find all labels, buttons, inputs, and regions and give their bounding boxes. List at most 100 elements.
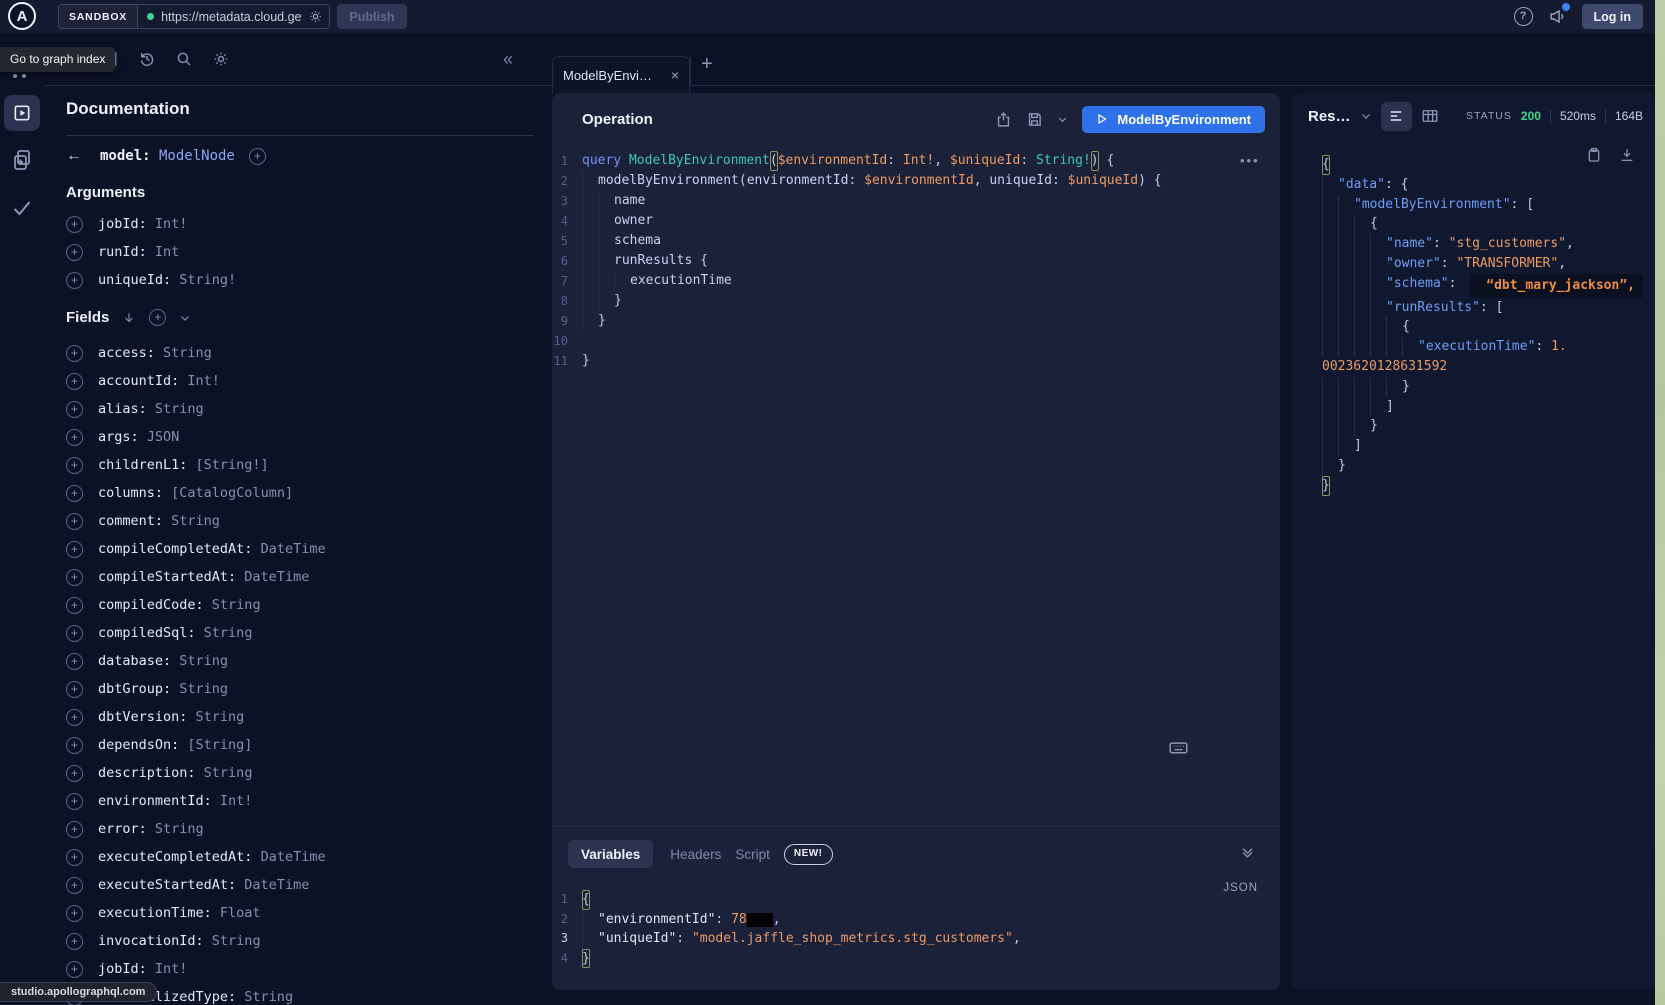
field-type-link[interactable]: JSON	[139, 429, 180, 445]
add-field-icon[interactable]: +	[66, 373, 83, 390]
response-dropdown-chevron-icon[interactable]	[1360, 110, 1372, 122]
search-icon[interactable]	[175, 50, 193, 68]
login-button[interactable]: Log in	[1582, 4, 1644, 29]
close-tab-icon[interactable]: ×	[671, 67, 679, 83]
response-json-viewer[interactable]: {"data": {"modelByEnvironment": [{"name"…	[1322, 155, 1651, 496]
variables-editor[interactable]: 1{2"environmentId": 78,3"uniqueId": "mod…	[552, 890, 1250, 968]
add-field-icon[interactable]: +	[66, 681, 83, 698]
save-dropdown-chevron-icon[interactable]	[1057, 114, 1068, 125]
apollo-logo[interactable]: A	[8, 2, 36, 30]
doc-field-row[interactable]: +invocationId: String	[66, 927, 552, 955]
field-type-link[interactable]: [String]	[179, 737, 252, 753]
download-response-icon[interactable]	[1619, 147, 1635, 163]
add-field-icon[interactable]: +	[66, 345, 83, 362]
field-type-link[interactable]: DateTime	[236, 569, 309, 585]
field-type-link[interactable]: String	[171, 653, 228, 669]
add-field-icon[interactable]: +	[66, 597, 83, 614]
add-field-icon[interactable]: +	[66, 653, 83, 670]
settings-gear-icon[interactable]	[212, 50, 230, 68]
add-field-icon[interactable]: +	[66, 401, 83, 418]
add-field-icon[interactable]: +	[66, 821, 83, 838]
doc-field-row[interactable]: +columns: [CatalogColumn]	[66, 479, 552, 507]
field-type-link[interactable]: DateTime	[236, 877, 309, 893]
doc-field-row[interactable]: +childrenL1: [String!]	[66, 451, 552, 479]
field-type-link[interactable]: Int	[147, 244, 180, 260]
connection-settings-gear-icon[interactable]	[308, 9, 323, 24]
doc-field-row[interactable]: +dependsOn: [String]	[66, 731, 552, 759]
add-field-icon[interactable]: +	[66, 765, 83, 782]
doc-field-row[interactable]: +args: JSON	[66, 423, 552, 451]
field-type-link[interactable]: String	[147, 821, 204, 837]
doc-field-row[interactable]: +dbtVersion: String	[66, 703, 552, 731]
add-field-icon[interactable]: +	[66, 429, 83, 446]
field-type-link[interactable]: Int!	[147, 961, 188, 977]
field-type-link[interactable]: [CatalogColumn]	[163, 485, 293, 501]
sort-fields-icon[interactable]	[122, 311, 136, 325]
field-type-link[interactable]: String	[204, 597, 261, 613]
raw-view-toggle[interactable]	[1381, 102, 1412, 131]
keyboard-shortcuts-icon[interactable]	[1168, 737, 1189, 758]
add-field-icon[interactable]: +	[66, 933, 83, 950]
doc-field-row[interactable]: +error: String	[66, 815, 552, 843]
field-type-link[interactable]: Int!	[179, 373, 220, 389]
copy-response-icon[interactable]	[1586, 147, 1602, 163]
doc-field-row[interactable]: +database: String	[66, 647, 552, 675]
add-field-icon[interactable]: +	[66, 737, 83, 754]
add-field-icon[interactable]: +	[66, 457, 83, 474]
field-type-link[interactable]: String	[196, 625, 253, 641]
chevron-down-icon[interactable]	[179, 312, 191, 324]
collapse-variables-icon[interactable]	[1240, 845, 1255, 860]
field-type-link[interactable]: String	[187, 709, 244, 725]
add-field-icon[interactable]: +	[66, 905, 83, 922]
doc-field-row[interactable]: +executionTime: Float	[66, 899, 552, 927]
collapse-panel-icon[interactable]: «	[503, 49, 513, 70]
tab-script[interactable]: Script	[735, 847, 770, 862]
doc-field-row[interactable]: +executeCompletedAt: DateTime	[66, 843, 552, 871]
doc-field-row[interactable]: +alias: String	[66, 395, 552, 423]
field-type-link[interactable]: String	[196, 765, 253, 781]
endpoint-url-box[interactable]: SANDBOX https://metadata.cloud.get	[58, 4, 330, 29]
field-type-link[interactable]: String!	[171, 272, 236, 288]
doc-field-row[interactable]: +compileStartedAt: DateTime	[66, 563, 552, 591]
run-operation-button[interactable]: ModelByEnvironment	[1082, 106, 1265, 133]
add-field-icon[interactable]: +	[66, 272, 83, 289]
add-field-icon[interactable]: +	[66, 541, 83, 558]
add-field-icon[interactable]: +	[66, 877, 83, 894]
add-field-icon[interactable]: +	[66, 793, 83, 810]
add-field-icon[interactable]: +	[66, 849, 83, 866]
doc-field-row[interactable]: +compiledCode: String	[66, 591, 552, 619]
add-field-icon[interactable]: +	[66, 216, 83, 233]
field-type-link[interactable]: Float	[212, 905, 261, 921]
add-field-icon[interactable]: +	[66, 244, 83, 261]
table-view-toggle[interactable]	[1421, 107, 1439, 125]
publish-button[interactable]: Publish	[337, 4, 407, 29]
add-field-icon[interactable]: +	[66, 513, 83, 530]
tab-headers[interactable]: Headers	[670, 847, 721, 862]
checks-nav-item[interactable]	[10, 196, 34, 220]
doc-field-row[interactable]: +comment: String	[66, 507, 552, 535]
doc-field-row[interactable]: +dbtGroup: String	[66, 675, 552, 703]
doc-field-row[interactable]: +uniqueId: String!	[66, 266, 552, 294]
doc-field-row[interactable]: +jobId: Int!	[66, 210, 552, 238]
explorer-nav-item[interactable]	[4, 95, 40, 131]
doc-field-row[interactable]: +accountId: Int!	[66, 367, 552, 395]
history-icon[interactable]	[138, 50, 156, 68]
response-title[interactable]: Res…	[1308, 108, 1351, 125]
graph-index-icon[interactable]	[13, 74, 17, 78]
add-field-icon[interactable]: +	[66, 625, 83, 642]
field-type-link[interactable]: String	[163, 513, 220, 529]
field-type-link[interactable]: Int!	[212, 793, 253, 809]
add-all-fields-icon[interactable]: +	[149, 309, 166, 326]
field-type-link[interactable]: DateTime	[252, 541, 325, 557]
field-type-link[interactable]: String	[171, 681, 228, 697]
share-icon[interactable]	[995, 111, 1012, 128]
add-field-icon[interactable]: +	[66, 569, 83, 586]
doc-field-row[interactable]: +compiledSql: String	[66, 619, 552, 647]
doc-field-row[interactable]: +runId: Int	[66, 238, 552, 266]
add-field-icon[interactable]: +	[249, 148, 266, 165]
doc-field-row[interactable]: +jobId: Int!	[66, 955, 552, 983]
tab-variables[interactable]: Variables	[568, 840, 653, 868]
save-icon[interactable]	[1026, 111, 1043, 128]
add-field-icon[interactable]: +	[66, 485, 83, 502]
help-icon[interactable]: ?	[1514, 7, 1533, 26]
